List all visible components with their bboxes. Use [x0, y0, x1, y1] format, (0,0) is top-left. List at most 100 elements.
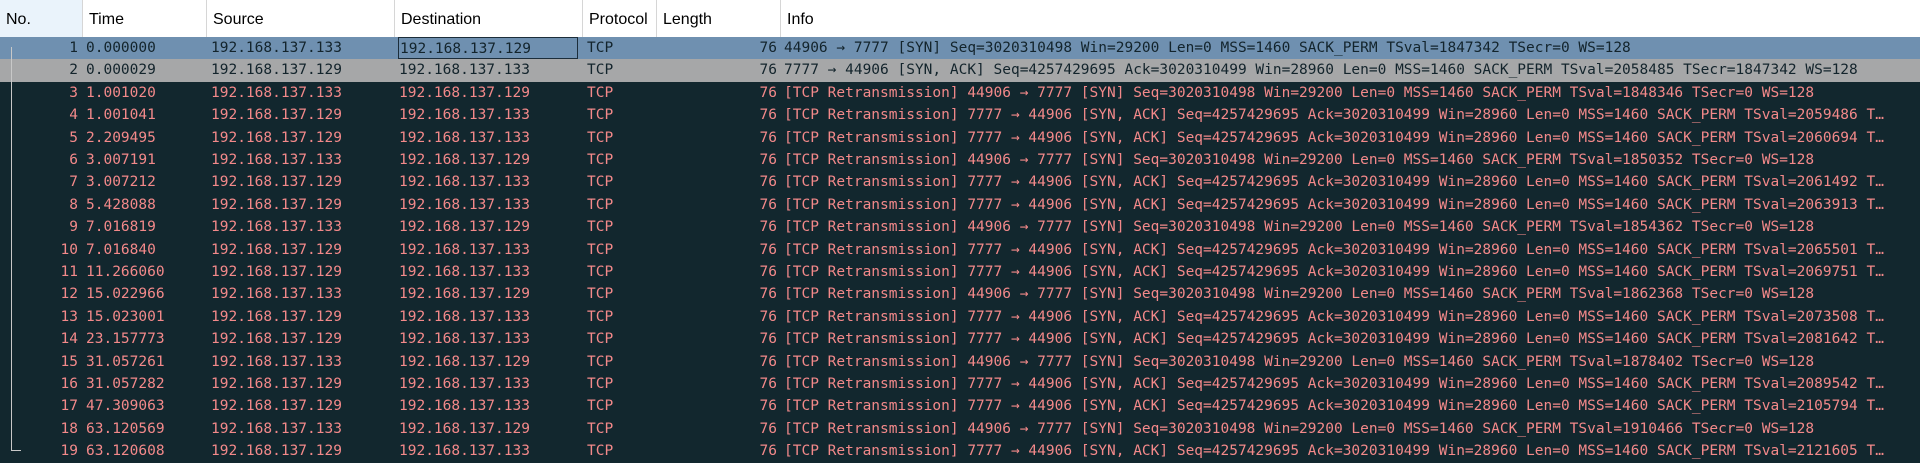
- packet-info: [TCP Retransmission] 7777 → 44906 [SYN, …: [784, 264, 1884, 280]
- packet-destination: 192.168.137.133: [399, 264, 530, 280]
- packet-time: 15.023001: [86, 308, 165, 325]
- packet-info: 7777 → 44906 [SYN, ACK] Seq=4257429695 A…: [784, 62, 1858, 79]
- packet-row[interactable]: 14 23.157773 192.168.137.129 192.168.137.13…: [0, 328, 1920, 350]
- packet-protocol: TCP: [587, 174, 614, 191]
- packet-source: 192.168.137.129: [211, 241, 342, 258]
- packet-length: 76: [759, 152, 777, 168]
- packet-destination: 192.168.137.133: [399, 196, 530, 213]
- packet-time: 2.209495: [86, 129, 156, 146]
- packet-length: 76: [759, 219, 777, 236]
- packet-length: 76: [759, 84, 777, 101]
- packet-source: 192.168.137.129: [211, 62, 342, 79]
- column-header-length[interactable]: Length: [657, 0, 781, 37]
- packet-destination: 192.168.137.133: [399, 174, 530, 191]
- packet-protocol: TCP: [587, 107, 614, 124]
- packet-destination: 192.168.137.133: [399, 398, 530, 415]
- packet-number: 3: [69, 84, 78, 101]
- packet-row[interactable]: 9 7.016819 192.168.137.133 192.168.137.129 T…: [0, 216, 1920, 238]
- packet-number: 17: [60, 398, 78, 415]
- packet-protocol: TCP: [587, 152, 614, 168]
- packet-length: 76: [759, 376, 777, 392]
- packet-protocol: TCP: [587, 443, 614, 460]
- packet-destination: 192.168.137.133: [399, 107, 530, 124]
- packet-protocol: TCP: [587, 219, 614, 236]
- packet-length: 76: [759, 174, 777, 191]
- packet-length: 76: [759, 107, 777, 124]
- packet-number: 5: [69, 129, 78, 146]
- packet-row[interactable]: 4 1.001041 192.168.137.129 192.168.137.133 T…: [0, 104, 1920, 126]
- packet-row[interactable]: 19 63.120608 192.168.137.129 192.168.137.13…: [0, 440, 1920, 462]
- packet-protocol: TCP: [587, 62, 614, 79]
- packet-length: 76: [759, 129, 777, 146]
- packet-source: 192.168.137.129: [211, 264, 342, 280]
- packet-info: [TCP Retransmission] 7777 → 44906 [SYN, …: [784, 331, 1884, 348]
- packet-row[interactable]: 6 3.007191 192.168.137.133 192.168.137.129 T…: [0, 149, 1920, 171]
- packet-row[interactable]: 5 2.209495 192.168.137.129 192.168.137.133 T…: [0, 127, 1920, 149]
- column-header-time[interactable]: Time: [83, 0, 207, 37]
- packet-row[interactable]: 11 11.266060 192.168.137.129 192.168.137.13…: [0, 261, 1920, 283]
- packet-number: 6: [69, 152, 78, 168]
- packet-time: 7.016840: [86, 241, 156, 258]
- packet-time: 31.057282: [86, 376, 165, 392]
- packet-source: 192.168.137.129: [211, 398, 342, 415]
- packet-row[interactable]: 12 15.022966 192.168.137.133 192.168.137.12…: [0, 283, 1920, 305]
- packet-info: [TCP Retransmission] 7777 → 44906 [SYN, …: [784, 196, 1884, 213]
- packet-destination: 192.168.137.133: [399, 62, 530, 79]
- packet-protocol: TCP: [587, 353, 614, 370]
- packet-info: [TCP Retransmission] 7777 → 44906 [SYN, …: [784, 241, 1884, 258]
- packet-length: 76: [759, 420, 777, 437]
- packet-info: [TCP Retransmission] 44906 → 7777 [SYN] …: [784, 420, 1815, 437]
- packet-info: [TCP Retransmission] 7777 → 44906 [SYN, …: [784, 107, 1884, 124]
- packet-time: 7.016819: [86, 219, 156, 236]
- packet-source: 192.168.137.129: [211, 107, 342, 124]
- packet-row[interactable]: 2 0.000029 192.168.137.129 192.168.137.133 T…: [0, 59, 1920, 82]
- packet-destination: 192.168.137.133: [399, 331, 530, 348]
- packet-source: 192.168.137.133: [211, 420, 342, 437]
- packet-info: 44906 → 7777 [SYN] Seq=3020310498 Win=29…: [784, 40, 1631, 56]
- packet-destination: 192.168.137.133: [399, 443, 530, 460]
- column-header-info[interactable]: Info: [781, 0, 1920, 37]
- packet-info: [TCP Retransmission] 7777 → 44906 [SYN, …: [784, 398, 1884, 415]
- packet-source: 192.168.137.129: [211, 129, 342, 146]
- column-header-protocol[interactable]: Protocol: [583, 0, 657, 37]
- packet-time: 0.000000: [86, 40, 156, 56]
- packet-destination: 192.168.137.129: [399, 353, 530, 370]
- packet-source: 192.168.137.133: [211, 40, 342, 56]
- packet-destination: 192.168.137.129: [399, 84, 530, 101]
- packet-row[interactable]: 18 63.120569 192.168.137.133 192.168.137.12…: [0, 418, 1920, 440]
- packet-row[interactable]: 15 31.057261 192.168.137.133 192.168.137.12…: [0, 351, 1920, 373]
- packet-source: 192.168.137.133: [211, 219, 342, 236]
- packet-info: [TCP Retransmission] 7777 → 44906 [SYN, …: [784, 443, 1884, 460]
- packet-length: 76: [759, 443, 777, 460]
- packet-info: [TCP Retransmission] 7777 → 44906 [SYN, …: [784, 376, 1884, 392]
- packet-time: 47.309063: [86, 398, 165, 415]
- packet-time: 31.057261: [86, 353, 165, 370]
- packet-destination: 192.168.137.129: [399, 286, 530, 303]
- packet-time: 0.000029: [86, 62, 156, 79]
- packet-row[interactable]: 17 47.309063 192.168.137.129 192.168.137.13…: [0, 395, 1920, 417]
- packet-row[interactable]: 8 5.428088 192.168.137.129 192.168.137.133 T…: [0, 194, 1920, 216]
- packet-length: 76: [759, 196, 777, 213]
- packet-row[interactable]: 3 1.001020 192.168.137.133 192.168.137.129 T…: [0, 82, 1920, 104]
- packet-info: [TCP Retransmission] 7777 → 44906 [SYN, …: [784, 308, 1884, 325]
- packet-info: [TCP Retransmission] 7777 → 44906 [SYN, …: [784, 174, 1884, 191]
- packet-time: 1.001041: [86, 107, 156, 124]
- packet-length: 76: [759, 62, 777, 79]
- packet-row[interactable]: 16 31.057282 192.168.137.129 192.168.137.13…: [0, 373, 1920, 395]
- packet-time: 3.007191: [86, 152, 156, 168]
- packet-row[interactable]: 13 15.023001 192.168.137.129 192.168.137.13…: [0, 306, 1920, 328]
- packet-row[interactable]: 10 7.016840 192.168.137.129 192.168.137.133…: [0, 239, 1920, 261]
- packet-list-header: No. Time Source Destination Protocol Len…: [0, 0, 1920, 38]
- column-header-source[interactable]: Source: [207, 0, 395, 37]
- packet-destination: 192.168.137.129: [399, 420, 530, 437]
- packet-source: 192.168.137.129: [211, 174, 342, 191]
- packet-row[interactable]: 7 3.007212 192.168.137.129 192.168.137.133 T…: [0, 171, 1920, 193]
- packet-time: 5.428088: [86, 196, 156, 213]
- packet-protocol: TCP: [587, 84, 614, 101]
- packet-time: 15.022966: [86, 286, 165, 303]
- packet-number: 19: [60, 443, 78, 460]
- column-header-no[interactable]: No.: [0, 0, 83, 37]
- packet-row-selected[interactable]: 1 0.000000 192.168.137.133 192.168.137.129 T…: [0, 37, 1920, 60]
- column-header-destination[interactable]: Destination: [395, 0, 583, 37]
- packet-destination: 192.168.137.133: [399, 308, 530, 325]
